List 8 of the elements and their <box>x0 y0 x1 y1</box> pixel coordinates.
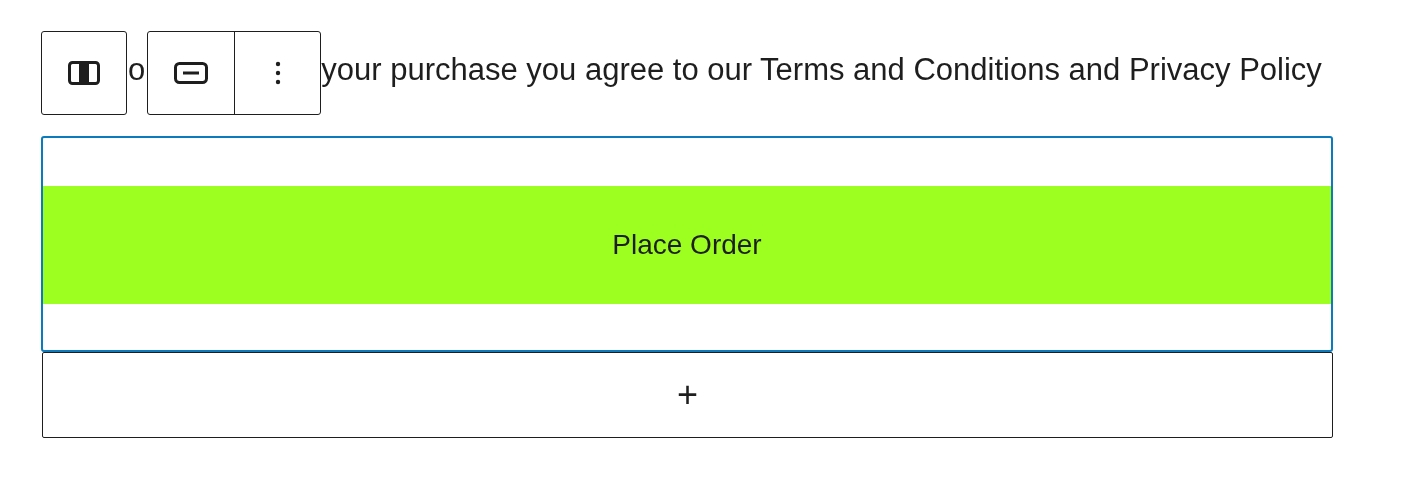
add-block-button[interactable]: + <box>42 352 1333 438</box>
more-icon <box>274 61 281 85</box>
align-icon <box>174 62 208 84</box>
full-width-icon <box>68 61 100 85</box>
place-order-button[interactable]: Place Order <box>43 186 1331 304</box>
notice-text: o <box>128 52 146 88</box>
notice-text: your purchase you agree to our Terms and Conditions and Privacy Policy <box>321 52 1322 88</box>
width-button[interactable] <box>41 31 127 115</box>
